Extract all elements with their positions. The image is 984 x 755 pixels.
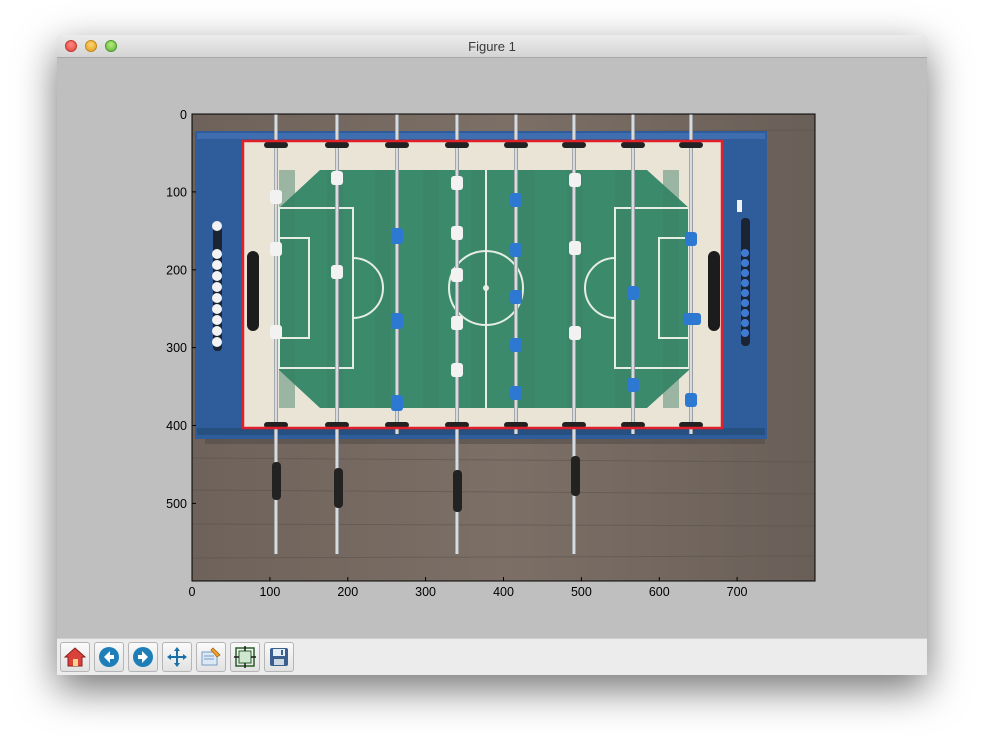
y-tick-label: 0 (180, 108, 187, 122)
plot-svg[interactable]: 0 100 200 300 400 500 600 700 0 100 200 … (57, 58, 927, 638)
home-icon (64, 647, 86, 667)
forward-button[interactable] (128, 642, 158, 672)
save-disk-icon (270, 648, 288, 666)
x-tick-label: 400 (493, 585, 514, 599)
title-bar: Figure 1 (57, 35, 927, 58)
pan-move-icon (167, 647, 187, 667)
back-arrow-icon (99, 647, 119, 667)
back-button[interactable] (94, 642, 124, 672)
configure-subplots-button[interactable] (230, 642, 260, 672)
x-tick-label: 100 (259, 585, 280, 599)
subplots-config-icon (234, 646, 256, 668)
navigation-toolbar (57, 638, 927, 675)
figure-window: Figure 1 0 100 200 300 400 500 600 700 0… (57, 35, 927, 675)
x-tick-label: 700 (727, 585, 748, 599)
x-tick-label: 600 (649, 585, 670, 599)
y-tick-label: 500 (166, 497, 187, 511)
figure-canvas[interactable]: 0 100 200 300 400 500 600 700 0 100 200 … (57, 58, 927, 638)
y-tick-label: 300 (166, 341, 187, 355)
save-figure-button[interactable] (264, 642, 294, 672)
home-button[interactable] (60, 642, 90, 672)
zoom-rect-button[interactable] (196, 642, 226, 672)
x-tick-label: 200 (337, 585, 358, 599)
x-tick-label: 0 (189, 585, 196, 599)
pan-button[interactable] (162, 642, 192, 672)
zoom-rect-icon (201, 647, 221, 666)
y-tick-label: 200 (166, 263, 187, 277)
y-tick-label: 400 (166, 419, 187, 433)
window-title: Figure 1 (468, 39, 516, 54)
forward-arrow-icon (133, 647, 153, 667)
x-tick-label: 300 (415, 585, 436, 599)
y-tick-label: 100 (166, 186, 187, 200)
x-tick-label: 500 (571, 585, 592, 599)
